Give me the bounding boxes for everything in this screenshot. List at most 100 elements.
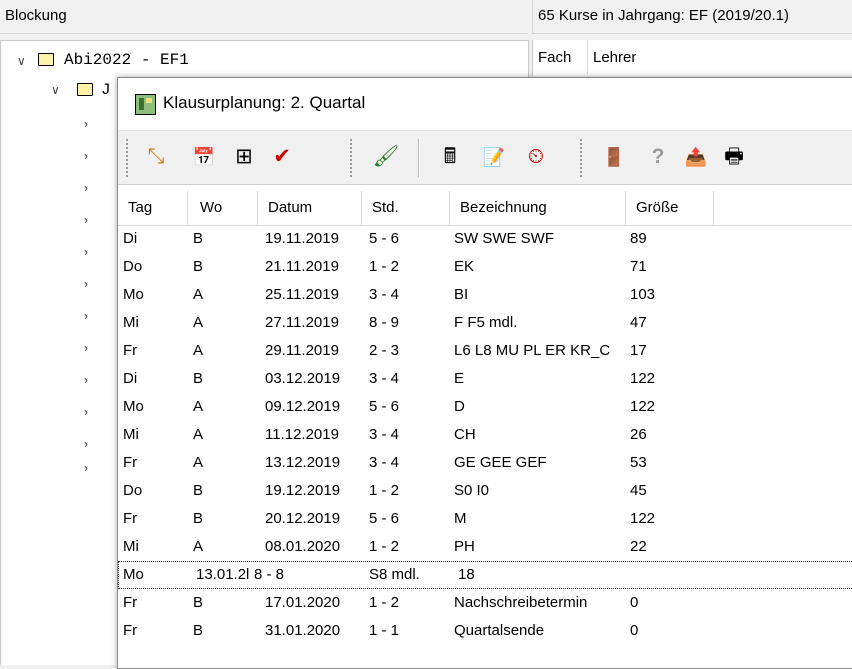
cell-datum: 31.01.2020	[265, 622, 341, 639]
dialog-title: Klausurplanung: 2. Quartal	[163, 93, 366, 112]
table-row[interactable]: Mi A 27.11.2019 8 - 9 F F5 mdl. 47	[118, 309, 852, 337]
table-row[interactable]: Mi A 11.12.2019 3 - 4 CH 26	[118, 421, 852, 449]
table-row[interactable]: Mo A 25.11.2019 3 - 4 BI 103	[118, 281, 852, 309]
cell-bezeichnung: S8 mdl.	[369, 566, 420, 583]
tree-child-label[interactable]: J	[101, 81, 111, 99]
cell-datum: 03.12.2019	[265, 370, 341, 387]
cell-groesse: 122	[630, 370, 656, 387]
cell-tag: Fr	[123, 342, 138, 359]
table-row[interactable]: Di B 03.12.2019 3 - 4 E 122	[118, 365, 852, 393]
chevron-right-icon[interactable]: ›	[84, 405, 88, 419]
toolbar-grip[interactable]	[580, 139, 584, 177]
table-row[interactable]: Fr A 29.11.2019 2 - 3 L6 L8 MU PL ER KR_C 17	[118, 337, 852, 365]
cell-datum: 25.11.2019	[265, 286, 339, 303]
pointer-tool-icon[interactable]: ⤡	[142, 143, 170, 171]
table-row[interactable]: Do B 19.12.2019 1 - 2 S0 I0 45	[118, 477, 852, 505]
cell-tag: Mi	[123, 538, 139, 555]
number-grid-icon[interactable]: ⊞	[230, 143, 258, 171]
cell-datum: 08.01.2020	[265, 538, 341, 555]
cell-wo: B	[193, 230, 204, 247]
table-row[interactable]: Mi A 08.01.2020 1 - 2 PH 22	[118, 533, 852, 561]
table-row[interactable]: Di B 19.11.2019 5 - 6 SW SWE SWF 89	[118, 225, 852, 253]
table-row[interactable]: Mo A 09.12.2019 5 - 6 D 122	[118, 393, 852, 421]
column-fach[interactable]: Fach	[533, 40, 588, 74]
cell-std: 5 - 6	[369, 398, 400, 415]
toolbar-grip[interactable]	[350, 139, 354, 177]
chevron-right-icon[interactable]: ›	[84, 181, 88, 195]
cell-datum: 27.11.2019	[265, 314, 339, 331]
table-row[interactable]: Fr B 20.12.2019 5 - 6 M 122	[118, 505, 852, 533]
column-tag[interactable]: Tag	[118, 191, 188, 225]
table-row[interactable]: Mo 13.01.2l 8 - 8 S8 mdl. 18	[118, 561, 852, 589]
table-row[interactable]: Fr B 31.01.2020 1 - 1 Quartalsende 0	[118, 617, 852, 645]
cell-bezeichnung: Nachschreibetermin	[454, 594, 588, 611]
table-row[interactable]: Fr A 13.12.2019 3 - 4 GE GEE GEF 53	[118, 449, 852, 477]
cell-wo: A	[193, 398, 204, 415]
wizard-icon[interactable]: 🖌	[372, 143, 400, 171]
column-datum[interactable]: Datum	[258, 191, 362, 225]
table-row[interactable]: Do B 21.11.2019 1 - 2 EK 71	[118, 253, 852, 281]
blockung-label: Blockung	[5, 7, 67, 24]
cell-wo: A	[193, 314, 204, 331]
cell-datum: 20.12.2019	[265, 510, 341, 527]
chevron-right-icon[interactable]: ›	[84, 213, 88, 227]
cell-tag: Mo	[123, 398, 144, 415]
chevron-down-icon[interactable]: ∨	[51, 83, 60, 97]
cell-std: 5 - 6	[369, 510, 400, 527]
dialog-titlebar[interactable]: Klausurplanung: 2. Quartal	[118, 78, 852, 130]
chevron-right-icon[interactable]: ›	[84, 341, 88, 355]
cell-groesse: 0	[630, 622, 639, 639]
cell-wo: B	[193, 622, 204, 639]
cell-std: 8 - 8	[254, 566, 285, 583]
cell-bezeichnung: E	[454, 370, 465, 387]
chevron-right-icon[interactable]: ›	[84, 461, 88, 475]
cell-datum: 13.01.2l	[196, 566, 250, 583]
cell-std: 3 - 4	[369, 426, 400, 443]
toolbar-grip[interactable]	[126, 139, 130, 177]
chevron-right-icon[interactable]: ›	[84, 149, 88, 163]
klausur-table: Di B 19.11.2019 5 - 6 SW SWE SWF 89 Do B 21.11.2…	[118, 225, 852, 645]
toolbar: ⤡ 📅 ⊞ ✔ 🖌 🖩 📝 ⏲ 🚪 ? 📤 🖶	[118, 130, 852, 185]
cell-std: 3 - 4	[369, 286, 400, 303]
cell-groesse: 122	[630, 510, 656, 527]
exit-door-icon[interactable]: 🚪	[600, 143, 628, 171]
cell-std: 1 - 2	[369, 258, 400, 275]
checkmark-icon[interactable]: ✔	[268, 143, 296, 171]
cell-datum: 11.12.2019	[265, 426, 339, 443]
document-edit-icon[interactable]: 📝	[480, 143, 508, 171]
column-bezeichnung[interactable]: Bezeichnung	[450, 191, 626, 225]
help-icon[interactable]: ?	[644, 143, 672, 171]
grid-header: Tag Wo Datum Std. Bezeichnung Größe	[118, 191, 852, 226]
cell-wo: B	[193, 510, 204, 527]
cell-datum: 19.11.2019	[265, 230, 339, 247]
cell-std: 2 - 3	[369, 342, 400, 359]
cell-bezeichnung: SW SWE SWF	[454, 230, 554, 247]
cell-wo: B	[193, 482, 204, 499]
chevron-right-icon[interactable]: ›	[84, 117, 88, 131]
cell-datum: 09.12.2019	[265, 398, 341, 415]
tree-root-label[interactable]: Abi2022 - EF1	[64, 51, 189, 69]
chevron-right-icon[interactable]: ›	[84, 373, 88, 387]
column-lehrer[interactable]: Lehrer	[588, 40, 843, 74]
table-row[interactable]: Fr B 17.01.2020 1 - 2 Nachschreibetermin 0	[118, 589, 852, 617]
cell-tag: Mi	[123, 426, 139, 443]
chevron-right-icon[interactable]: ›	[84, 245, 88, 259]
cell-std: 5 - 6	[369, 230, 400, 247]
chevron-right-icon[interactable]: ›	[84, 277, 88, 291]
cell-groesse: 45	[630, 482, 647, 499]
column-std[interactable]: Std.	[362, 191, 450, 225]
printer-icon[interactable]: 🖶	[720, 143, 748, 171]
calculator-icon[interactable]: 🖩	[436, 143, 464, 171]
clock-icon[interactable]: ⏲	[522, 143, 550, 171]
calendar-icon[interactable]: 📅	[190, 143, 218, 171]
column-wo[interactable]: Wo	[188, 191, 258, 225]
cell-datum: 21.11.2019	[265, 258, 339, 275]
column-groesse[interactable]: Größe	[626, 191, 714, 225]
cell-bezeichnung: M	[454, 510, 467, 527]
export-icon[interactable]: 📤	[682, 143, 710, 171]
chevron-right-icon[interactable]: ›	[84, 309, 88, 323]
chevron-down-icon[interactable]: ∨	[17, 54, 26, 68]
cell-groesse: 89	[630, 230, 647, 247]
chevron-right-icon[interactable]: ›	[84, 437, 88, 451]
cell-datum: 19.12.2019	[265, 482, 341, 499]
